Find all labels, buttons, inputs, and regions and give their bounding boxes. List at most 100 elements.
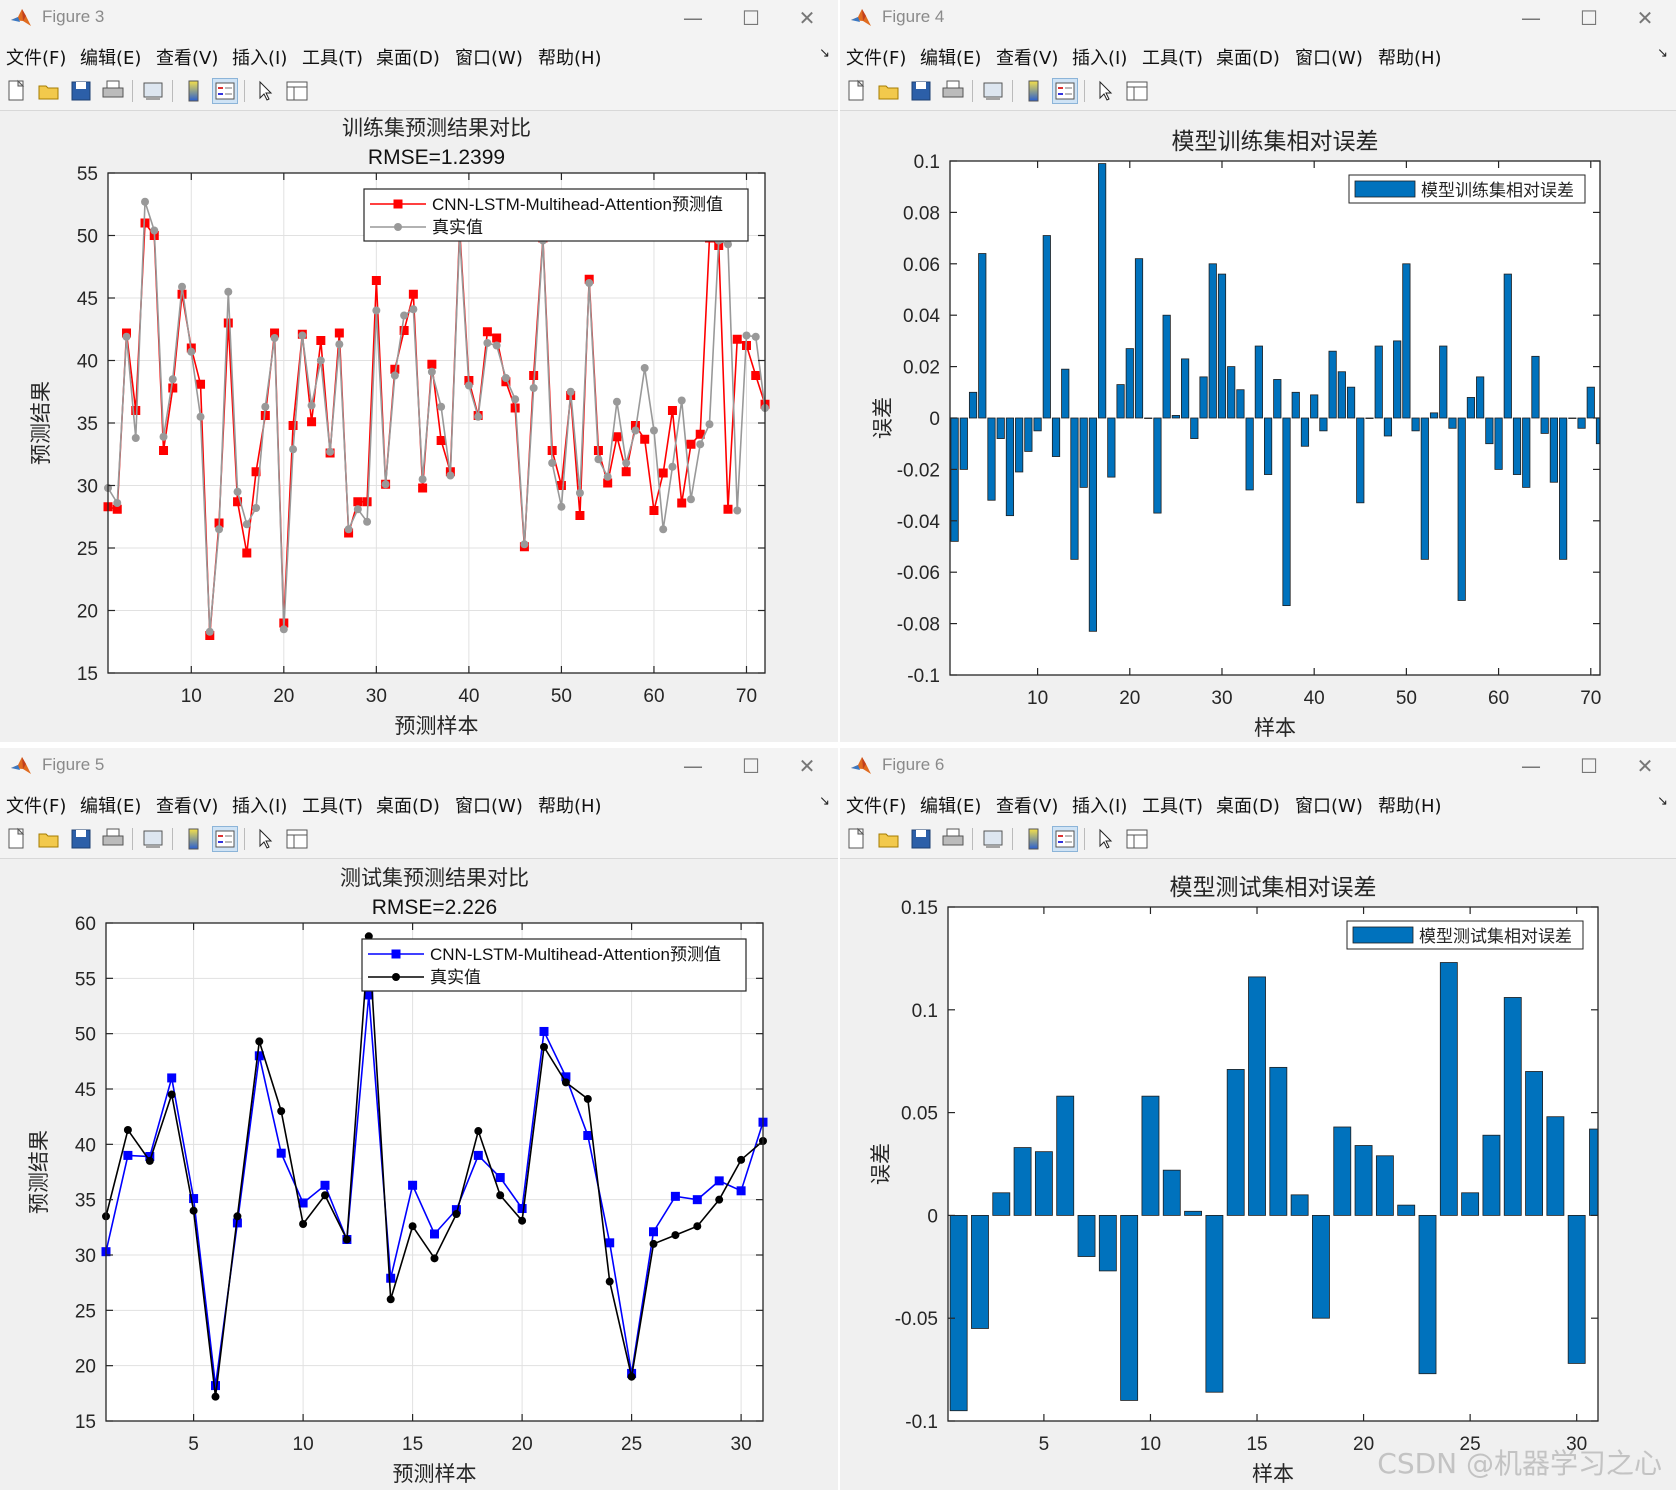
error-bar: [1217, 273, 1227, 419]
close-icon[interactable]: ✕: [1630, 752, 1660, 780]
menu-help[interactable]: 帮助(H): [1378, 792, 1442, 818]
menu-view[interactable]: 查看(V): [156, 792, 218, 818]
menu-file[interactable]: 文件(F): [846, 792, 906, 818]
data-point-square: [667, 406, 677, 415]
insert-colorbar-icon[interactable]: [180, 826, 206, 852]
data-point-square: [751, 371, 761, 380]
menu-edit[interactable]: 编辑(E): [80, 44, 141, 70]
new-figure-icon[interactable]: [844, 78, 870, 104]
link-plot-icon[interactable]: [980, 826, 1006, 852]
data-point-circle: [605, 1277, 614, 1286]
open-file-icon[interactable]: [36, 78, 62, 104]
data-point-circle: [452, 1210, 461, 1219]
save-icon[interactable]: [908, 78, 934, 104]
menu-view[interactable]: 查看(V): [156, 44, 218, 70]
menu-insert[interactable]: 插入(I): [232, 44, 287, 70]
menu-window[interactable]: 窗口(W): [1295, 44, 1363, 70]
property-inspector-icon[interactable]: [284, 78, 310, 104]
save-icon[interactable]: [68, 78, 94, 104]
menu-window[interactable]: 窗口(W): [455, 792, 523, 818]
menu-insert[interactable]: 插入(I): [1072, 792, 1127, 818]
menu-help[interactable]: 帮助(H): [538, 792, 602, 818]
dock-arrow-icon[interactable]: ↘: [819, 46, 830, 61]
property-inspector-icon[interactable]: [284, 826, 310, 852]
minimize-icon[interactable]: —: [678, 4, 708, 32]
insert-legend-icon[interactable]: [212, 78, 238, 104]
property-inspector-icon[interactable]: [1124, 826, 1150, 852]
menu-file[interactable]: 文件(F): [6, 792, 66, 818]
menu-edit[interactable]: 编辑(E): [920, 44, 981, 70]
maximize-icon[interactable]: ☐: [736, 752, 766, 780]
insert-colorbar-icon[interactable]: [1020, 826, 1046, 852]
maximize-icon[interactable]: ☐: [1574, 4, 1604, 32]
link-plot-icon[interactable]: [140, 826, 166, 852]
menu-window[interactable]: 窗口(W): [455, 44, 523, 70]
menu-tools[interactable]: 工具(T): [302, 44, 363, 70]
menu-desktop[interactable]: 桌面(D): [376, 44, 440, 70]
data-point-square: [408, 1180, 418, 1190]
maximize-icon[interactable]: ☐: [736, 4, 766, 32]
open-file-icon[interactable]: [36, 826, 62, 852]
link-plot-icon[interactable]: [980, 78, 1006, 104]
close-icon[interactable]: ✕: [1630, 4, 1660, 32]
minimize-icon[interactable]: —: [678, 752, 708, 780]
new-figure-icon[interactable]: [4, 826, 30, 852]
menu-file[interactable]: 文件(F): [6, 44, 66, 70]
save-icon[interactable]: [908, 826, 934, 852]
dock-arrow-icon[interactable]: ↘: [819, 794, 830, 809]
menu-window[interactable]: 窗口(W): [1295, 792, 1363, 818]
menu-view[interactable]: 查看(V): [996, 792, 1058, 818]
edit-plot-pointer-icon[interactable]: [1092, 826, 1118, 852]
data-point-circle: [242, 520, 251, 529]
legend-label: 真实值: [430, 968, 481, 987]
menu-view[interactable]: 查看(V): [996, 44, 1058, 70]
insert-legend-icon[interactable]: [212, 826, 238, 852]
edit-plot-pointer-icon[interactable]: [252, 78, 278, 104]
menu-tools[interactable]: 工具(T): [1142, 44, 1203, 70]
title-bar[interactable]: Figure 4 — ☐ ✕: [840, 0, 1676, 38]
new-figure-icon[interactable]: [4, 78, 30, 104]
print-icon[interactable]: [100, 826, 126, 852]
close-icon[interactable]: ✕: [792, 4, 822, 32]
menu-desktop[interactable]: 桌面(D): [376, 792, 440, 818]
print-icon[interactable]: [100, 78, 126, 104]
menu-tools[interactable]: 工具(T): [302, 792, 363, 818]
data-point-circle: [474, 412, 483, 421]
edit-plot-pointer-icon[interactable]: [1092, 78, 1118, 104]
title-bar[interactable]: Figure 6 — ☐ ✕: [840, 748, 1676, 786]
link-plot-icon[interactable]: [140, 78, 166, 104]
menu-file[interactable]: 文件(F): [846, 44, 906, 70]
menu-desktop[interactable]: 桌面(D): [1216, 44, 1280, 70]
y-tick-label: 0.02: [903, 358, 940, 379]
menu-desktop[interactable]: 桌面(D): [1216, 792, 1280, 818]
minimize-icon[interactable]: —: [1516, 4, 1546, 32]
menu-help[interactable]: 帮助(H): [1378, 44, 1442, 70]
menu-bar: 文件(F) 编辑(E) 查看(V) 插入(I) 工具(T) 桌面(D) 窗口(W…: [0, 38, 838, 72]
insert-legend-icon[interactable]: [1052, 826, 1078, 852]
menu-insert[interactable]: 插入(I): [1072, 44, 1127, 70]
title-bar[interactable]: Figure 5 — ☐ ✕: [0, 748, 838, 786]
save-icon[interactable]: [68, 826, 94, 852]
print-icon[interactable]: [940, 826, 966, 852]
data-point-circle: [342, 1235, 351, 1244]
insert-colorbar-icon[interactable]: [180, 78, 206, 104]
menu-insert[interactable]: 插入(I): [232, 792, 287, 818]
new-figure-icon[interactable]: [844, 826, 870, 852]
menu-edit[interactable]: 编辑(E): [920, 792, 981, 818]
menu-help[interactable]: 帮助(H): [538, 44, 602, 70]
maximize-icon[interactable]: ☐: [1574, 752, 1604, 780]
insert-colorbar-icon[interactable]: [1020, 78, 1046, 104]
menu-tools[interactable]: 工具(T): [1142, 792, 1203, 818]
menu-edit[interactable]: 编辑(E): [80, 792, 141, 818]
title-bar[interactable]: Figure 3 — ☐ ✕: [0, 0, 838, 38]
insert-legend-icon[interactable]: [1052, 78, 1078, 104]
open-file-icon[interactable]: [876, 78, 902, 104]
print-icon[interactable]: [940, 78, 966, 104]
dock-arrow-icon[interactable]: ↘: [1657, 794, 1668, 809]
open-file-icon[interactable]: [876, 826, 902, 852]
minimize-icon[interactable]: —: [1516, 752, 1546, 780]
edit-plot-pointer-icon[interactable]: [252, 826, 278, 852]
close-icon[interactable]: ✕: [792, 752, 822, 780]
dock-arrow-icon[interactable]: ↘: [1657, 46, 1668, 61]
property-inspector-icon[interactable]: [1124, 78, 1150, 104]
